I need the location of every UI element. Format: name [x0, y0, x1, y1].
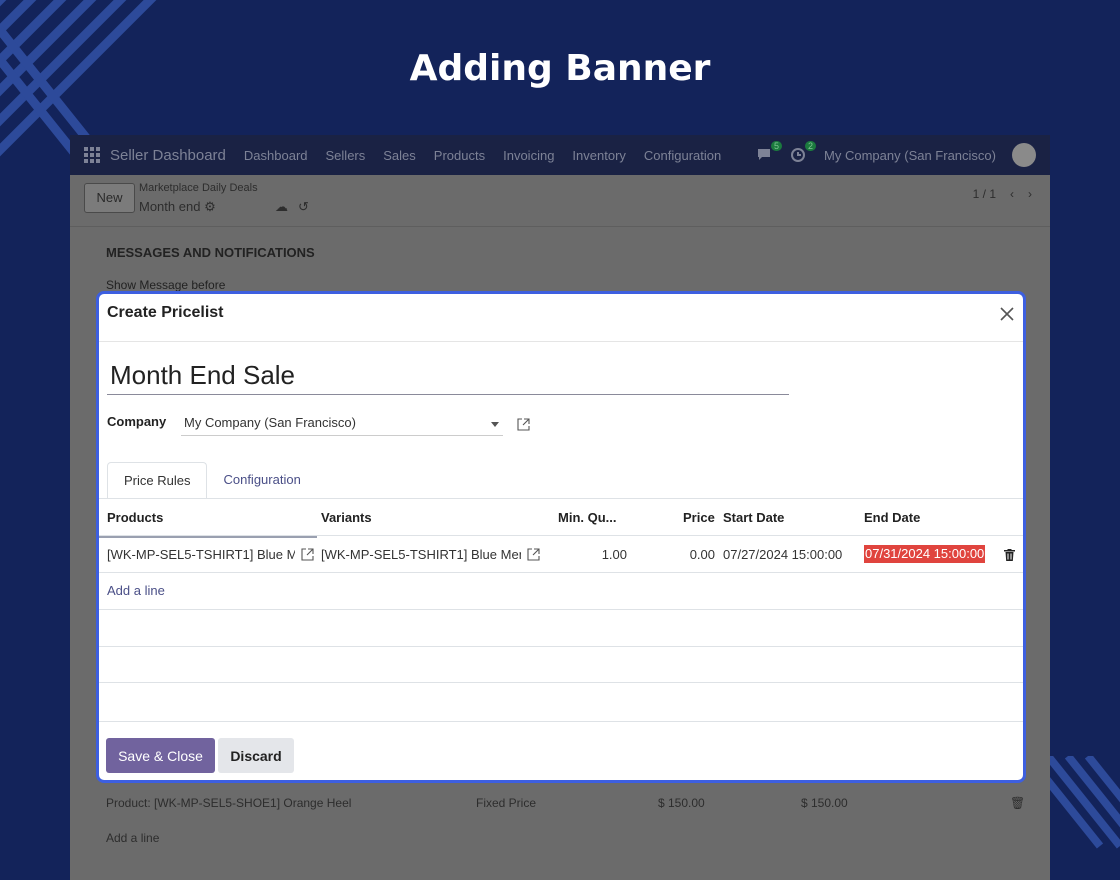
create-pricelist-dialog: Create Pricelist Company My Company (San… — [96, 291, 1026, 783]
control-panel: New Marketplace Daily Deals Month end ⚙ … — [70, 175, 1050, 227]
col-min-qty[interactable]: Min. Qu... — [558, 499, 617, 536]
undo-icon[interactable]: ↺ — [298, 199, 319, 214]
company-switcher[interactable]: My Company (San Francisco) — [824, 148, 996, 163]
chat-icon — [758, 149, 771, 160]
breadcrumb-parent[interactable]: Marketplace Daily Deals — [139, 182, 258, 194]
nav-configuration[interactable]: Configuration — [644, 148, 721, 163]
bg-table-row-price2: $ 150.00 — [801, 796, 848, 810]
page-title: Adding Banner — [409, 48, 711, 89]
discard-button[interactable]: Discard — [218, 738, 294, 773]
price-rules-header: Products Variants Min. Qu... Price Start… — [99, 499, 1023, 536]
dialog-tabs: Price Rules Configuration — [107, 462, 317, 499]
row-divider — [99, 682, 1023, 683]
product-field-underline — [99, 536, 317, 538]
row-start-date[interactable]: 07/27/2024 15:00:00 — [723, 536, 842, 573]
app-brand[interactable]: Seller Dashboard — [110, 147, 226, 164]
save-close-button[interactable]: Save & Close — [106, 738, 215, 773]
dialog-header: Create Pricelist — [99, 294, 1023, 342]
row-divider — [99, 609, 1023, 610]
chevron-left-icon[interactable]: ‹ — [1010, 187, 1014, 201]
messages-count-badge: 5 — [771, 141, 783, 151]
nav-sales[interactable]: Sales — [383, 148, 416, 163]
breadcrumb-current: Month end ⚙ — [139, 199, 216, 215]
pager: 1 / 1 ‹ › — [973, 187, 1032, 201]
breadcrumb-current-label: Month end — [139, 199, 201, 214]
show-message-label: Show Message before — [106, 278, 226, 292]
tab-configuration[interactable]: Configuration — [207, 462, 316, 499]
trash-icon[interactable] — [1004, 549, 1015, 561]
tab-price-rules[interactable]: Price Rules — [107, 462, 208, 499]
row-end-date[interactable]: 07/31/2024 15:00:00 — [864, 545, 986, 563]
nav-products[interactable]: Products — [434, 148, 485, 163]
activities-button[interactable]: 2 — [790, 141, 817, 163]
nav-inventory[interactable]: Inventory — [572, 148, 625, 163]
table-row[interactable]: [WK-MP-SEL5-TSHIRT1] Blue Men [WK-MP-SEL… — [99, 536, 1023, 573]
bg-table-row-product[interactable]: Product: [WK-MP-SEL5-SHOE1] Orange Heel — [106, 796, 351, 810]
row-variant[interactable]: [WK-MP-SEL5-TSHIRT1] Blue Men — [321, 536, 521, 573]
top-navbar: Seller Dashboard Dashboard Sellers Sales… — [70, 135, 1050, 175]
bg-add-line[interactable]: Add a line — [106, 831, 159, 845]
record-actions: ☁↺ — [275, 199, 319, 215]
caret-down-icon — [491, 422, 499, 427]
company-label: Company — [107, 414, 167, 429]
decorative-stripes-bottom — [1048, 756, 1120, 849]
new-button[interactable]: New — [84, 183, 135, 213]
chevron-right-icon[interactable]: › — [1028, 187, 1032, 201]
user-avatar[interactable] — [1012, 143, 1036, 167]
activities-count-badge: 2 — [805, 141, 817, 151]
company-select[interactable]: My Company (San Francisco) — [181, 412, 503, 436]
close-icon[interactable] — [999, 306, 1015, 322]
nav-sellers[interactable]: Sellers — [326, 148, 366, 163]
col-end-date[interactable]: End Date — [864, 499, 920, 536]
company-select-value: My Company (San Francisco) — [184, 415, 356, 430]
gear-icon[interactable]: ⚙ — [204, 199, 216, 214]
dialog-title: Create Pricelist — [107, 304, 224, 321]
row-min-qty[interactable]: 1.00 — [589, 536, 627, 573]
clock-icon — [791, 148, 806, 162]
add-line-link[interactable]: Add a line — [107, 583, 165, 598]
col-start-date[interactable]: Start Date — [723, 499, 784, 536]
apps-grid-icon[interactable] — [84, 147, 100, 163]
cloud-save-icon[interactable]: ☁ — [275, 199, 298, 214]
col-price[interactable]: Price — [683, 499, 715, 536]
section-title: MESSAGES AND NOTIFICATIONS — [106, 245, 315, 260]
pager-value[interactable]: 1 / 1 — [973, 187, 996, 201]
col-products[interactable]: Products — [107, 499, 163, 536]
external-link-icon[interactable] — [301, 548, 314, 561]
external-link-icon[interactable] — [517, 418, 530, 431]
external-link-icon[interactable] — [527, 548, 540, 561]
pricelist-name-input[interactable] — [107, 357, 789, 395]
footer-divider — [99, 721, 1023, 722]
nav-dashboard[interactable]: Dashboard — [244, 148, 308, 163]
bg-table-row-price1: $ 150.00 — [658, 796, 705, 810]
row-product[interactable]: [WK-MP-SEL5-TSHIRT1] Blue Men — [107, 536, 295, 573]
bg-trash-icon[interactable]: 🗑 — [1010, 796, 1025, 810]
nav-invoicing[interactable]: Invoicing — [503, 148, 554, 163]
row-divider — [99, 646, 1023, 647]
row-price[interactable]: 0.00 — [669, 536, 715, 573]
col-variants[interactable]: Variants — [321, 499, 372, 536]
bg-table-row-type: Fixed Price — [476, 796, 537, 810]
messages-button[interactable]: 5 — [756, 141, 783, 163]
